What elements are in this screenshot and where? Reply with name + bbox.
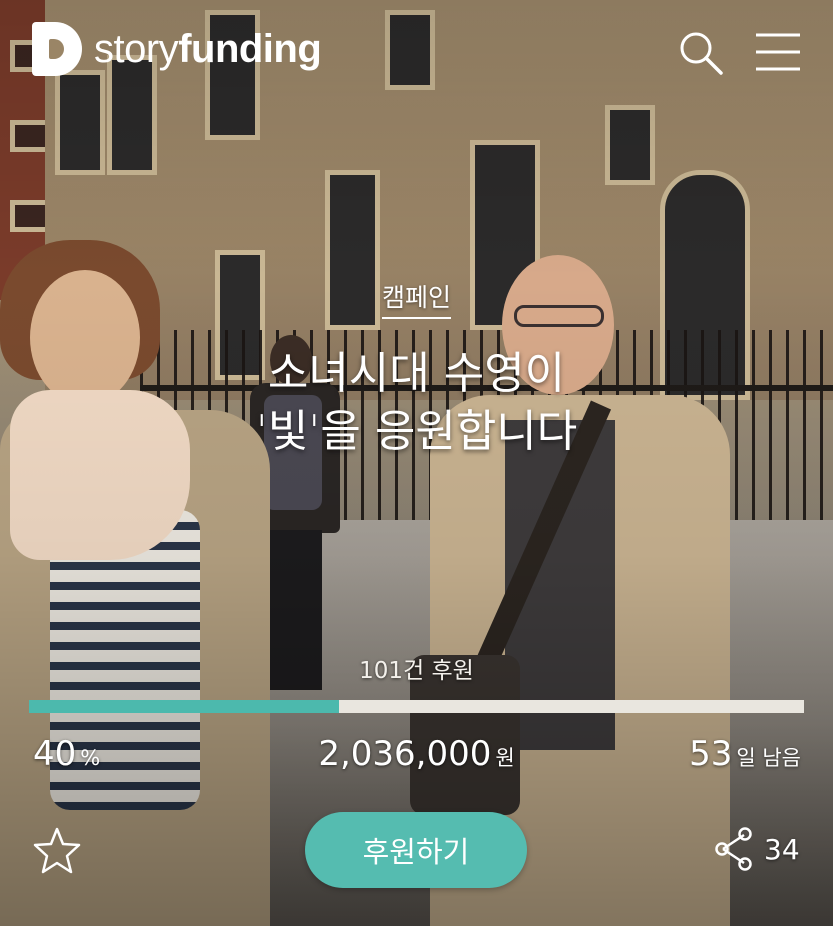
days-remaining-value: 53: [689, 734, 733, 774]
storyfunding-logo[interactable]: storyfunding: [32, 22, 322, 76]
star-icon[interactable]: [32, 826, 82, 876]
photo-overlay: [0, 0, 833, 926]
campaign-category-label: 캠페인: [381, 283, 451, 319]
days-remaining: 53 일 남음: [689, 734, 801, 774]
brand-name-bold: funding: [178, 26, 322, 71]
search-icon[interactable]: [676, 28, 724, 76]
campaign-hero: storyfunding 캠페인 소녀시대 수영이 '빛'을 응원합니다 101…: [0, 0, 833, 926]
funding-progress-fill: [29, 700, 339, 713]
funding-amount-value: 2,036,000: [318, 734, 492, 774]
daum-logo-icon: [32, 22, 82, 76]
days-remaining-unit: 일 남음: [736, 746, 801, 770]
funding-amount-unit: 원: [495, 746, 515, 770]
share-button[interactable]: 34: [714, 826, 800, 872]
sponsor-count: 101건 후원: [359, 658, 474, 684]
campaign-category[interactable]: 캠페인: [0, 278, 833, 319]
menu-icon[interactable]: [740, 30, 802, 74]
support-button[interactable]: 후원하기: [305, 812, 527, 888]
campaign-title-line1: 소녀시대 수영이: [267, 348, 566, 399]
campaign-title: 소녀시대 수영이 '빛'을 응원합니다: [0, 345, 833, 461]
campaign-title-line2: '빛'을 응원합니다: [255, 406, 578, 457]
brand-name: storyfunding: [94, 26, 322, 72]
share-count: 34: [764, 832, 800, 866]
brand-name-light: story: [94, 26, 179, 71]
funding-progress-bar: [29, 700, 804, 713]
share-icon: [715, 827, 752, 871]
